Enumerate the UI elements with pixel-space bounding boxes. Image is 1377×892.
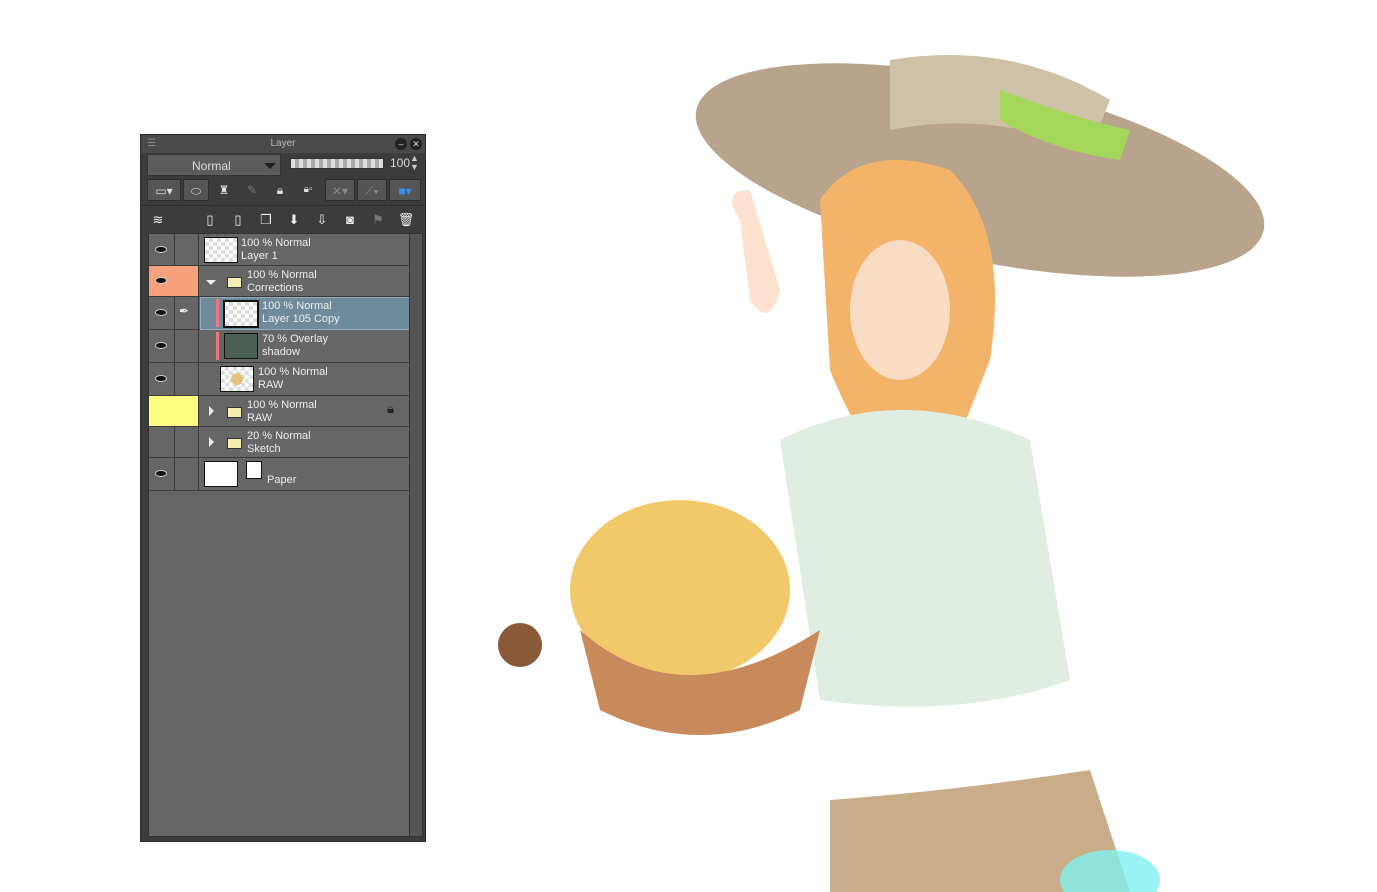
opacity-stepper[interactable]: ▲ ▼ xyxy=(410,154,419,172)
new-folder-icon[interactable]: ❐ xyxy=(257,211,275,229)
paper-row[interactable]: Paper xyxy=(149,458,409,491)
layer-opacity-mode: 100 % Normal xyxy=(258,366,328,378)
collapse-arrow-icon[interactable] xyxy=(209,406,214,416)
layer-opacity-mode: 100 % Normal xyxy=(241,237,311,249)
layer-opacity-mode: 70 % Overlay xyxy=(262,333,329,345)
layer-name: shadow xyxy=(262,346,300,358)
layer-row-selected[interactable]: ✒ 100 % Normal Layer 105 Copy xyxy=(149,297,410,330)
merge-with-layer-below-icon[interactable]: ⇩ xyxy=(313,211,331,229)
panel-menu-icon[interactable]: ☰ xyxy=(147,135,156,153)
lock-icon[interactable]: 🔒︎ xyxy=(267,179,293,201)
canvas-artwork xyxy=(498,55,1265,892)
clipping-indicator xyxy=(216,299,219,327)
folder-icon xyxy=(227,438,242,449)
layer-name: Sketch xyxy=(247,443,281,455)
layer-opacity-mode: 100 % Normal xyxy=(262,300,332,312)
eye-icon[interactable] xyxy=(155,309,167,316)
ruler-enable-button[interactable]: ⟋▾ xyxy=(357,179,387,201)
layer-list: 100 % Normal Layer 1 100 % Normal Correcti… xyxy=(148,233,410,837)
layer-name: Layer 1 xyxy=(241,250,278,262)
layer-opacity-mode: 100 % Normal xyxy=(247,399,317,411)
layer-thumbnail xyxy=(224,333,258,359)
layer-name: Corrections xyxy=(247,282,304,294)
folder-row[interactable]: 100 % Normal RAW 🔒︎ xyxy=(149,396,409,427)
delete-layer-icon[interactable]: 🗑︎ xyxy=(397,211,415,229)
panel-titlebar[interactable]: ☰ Layer – ✕ xyxy=(141,135,425,153)
layer-stack-icon[interactable]: ≋ xyxy=(149,211,167,229)
eye-icon[interactable] xyxy=(155,375,167,382)
new-vector-layer-icon[interactable]: ▯ xyxy=(229,211,247,229)
folder-row[interactable]: 20 % Normal Sketch xyxy=(149,427,409,458)
layer-name: RAW xyxy=(258,379,284,391)
blend-mode-select[interactable]: Normal xyxy=(147,154,281,176)
apply-mask-icon[interactable]: ⚑ xyxy=(369,211,387,229)
new-raster-layer-icon[interactable]: ▯ xyxy=(201,211,219,229)
eye-icon[interactable] xyxy=(155,342,167,349)
folder-open-icon xyxy=(227,277,242,288)
expand-arrow-icon[interactable] xyxy=(206,280,216,285)
layer-name: Paper xyxy=(267,474,297,486)
eye-icon[interactable] xyxy=(155,277,167,284)
eye-icon[interactable] xyxy=(155,245,167,253)
chevron-down-icon xyxy=(264,163,276,169)
layer-opacity-mode: 20 % Normal xyxy=(247,430,311,442)
draft-layer-icon[interactable]: ✎ xyxy=(239,179,265,201)
clip-to-layer-below-button[interactable]: ⬭ xyxy=(183,179,209,201)
collapse-arrow-icon[interactable] xyxy=(209,437,214,447)
eye-icon[interactable] xyxy=(155,470,167,477)
create-layer-mask-icon[interactable]: ◙ xyxy=(341,211,359,229)
layer-name: RAW xyxy=(247,412,273,424)
mask-enable-button[interactable]: ✕▾ xyxy=(325,179,355,201)
pen-icon: ✒ xyxy=(179,304,190,318)
lock-transparent-icon[interactable]: 🔒︎▫ xyxy=(295,179,321,201)
panel-title: Layer xyxy=(270,138,296,149)
layer-thumbnail xyxy=(223,300,259,328)
layer-panel: ☰ Layer – ✕ Normal 100 ▲ ▼ ▭▾ ⬭ ♜ ✎ 🔒︎ 🔒︎… xyxy=(140,134,426,842)
lock-icon[interactable]: 🔒︎ xyxy=(387,401,394,417)
layer-thumbnail xyxy=(220,366,254,392)
layer-row[interactable]: 100 % Normal RAW xyxy=(149,363,409,396)
close-icon[interactable]: ✕ xyxy=(410,138,422,150)
layer-thumbnail xyxy=(204,237,238,263)
clipping-indicator xyxy=(216,332,219,360)
opacity-value[interactable]: 100 xyxy=(390,156,410,170)
folder-row[interactable]: 100 % Normal Corrections xyxy=(149,266,409,297)
expression-color-button[interactable]: ▭▾ xyxy=(147,179,181,201)
opacity-slider[interactable] xyxy=(290,158,384,169)
layer-color-button[interactable]: ■▾ xyxy=(389,179,421,201)
paper-icon xyxy=(246,461,262,479)
layer-list-scrollbar[interactable] xyxy=(409,233,423,837)
layer-row[interactable]: 70 % Overlay shadow xyxy=(149,330,409,363)
layer-thumbnail xyxy=(204,461,238,487)
blend-mode-value: Normal xyxy=(192,159,231,173)
folder-icon xyxy=(227,407,242,418)
layer-row[interactable]: 100 % Normal Layer 1 xyxy=(149,234,409,266)
minimize-icon[interactable]: – xyxy=(395,138,407,150)
layer-opacity-mode: 100 % Normal xyxy=(247,269,317,281)
layer-name: Layer 105 Copy xyxy=(262,313,340,325)
reference-layer-icon[interactable]: ♜ xyxy=(211,179,237,201)
transfer-to-lower-layer-icon[interactable]: ⬇ xyxy=(285,211,303,229)
